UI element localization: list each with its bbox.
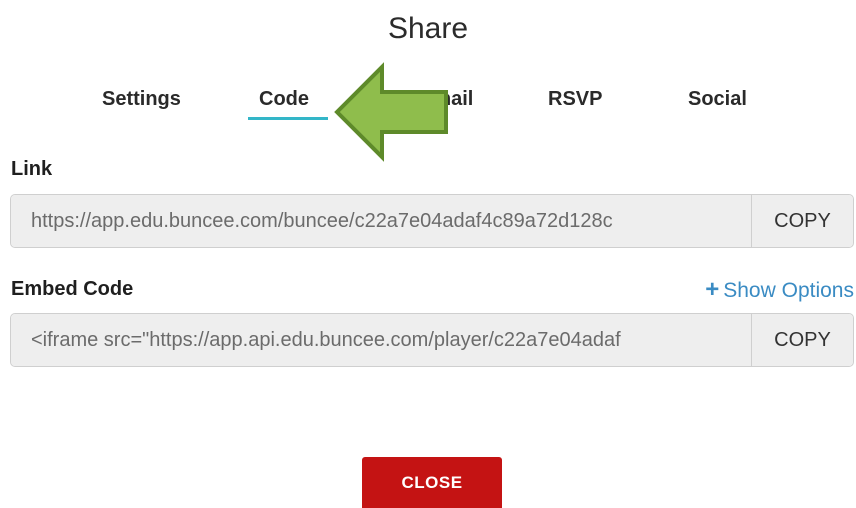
left-arrow-annotation-icon: [334, 62, 448, 162]
close-button[interactable]: CLOSE: [362, 457, 502, 508]
copy-link-button[interactable]: COPY: [751, 195, 853, 247]
plus-icon: +: [705, 276, 720, 303]
tab-rsvp[interactable]: RSVP: [548, 88, 602, 111]
copy-embed-button[interactable]: COPY: [751, 314, 853, 366]
tab-settings[interactable]: Settings: [102, 88, 181, 111]
link-label: Link: [11, 158, 53, 180]
show-options-link[interactable]: + Show Options: [705, 276, 854, 304]
active-tab-indicator: [248, 117, 328, 120]
embed-code-input[interactable]: [11, 314, 751, 366]
share-dialog: Share Settings Code Email RSVP Social Li…: [0, 0, 856, 508]
dialog-title: Share: [387, 12, 469, 45]
tab-social[interactable]: Social: [688, 88, 747, 111]
link-url-input[interactable]: [11, 195, 751, 247]
show-options-label: Show Options: [723, 279, 854, 302]
embed-field-group: COPY: [10, 313, 854, 367]
tab-code[interactable]: Code: [259, 88, 309, 111]
link-field-group: COPY: [10, 194, 854, 248]
embed-code-label: Embed Code: [11, 278, 134, 300]
